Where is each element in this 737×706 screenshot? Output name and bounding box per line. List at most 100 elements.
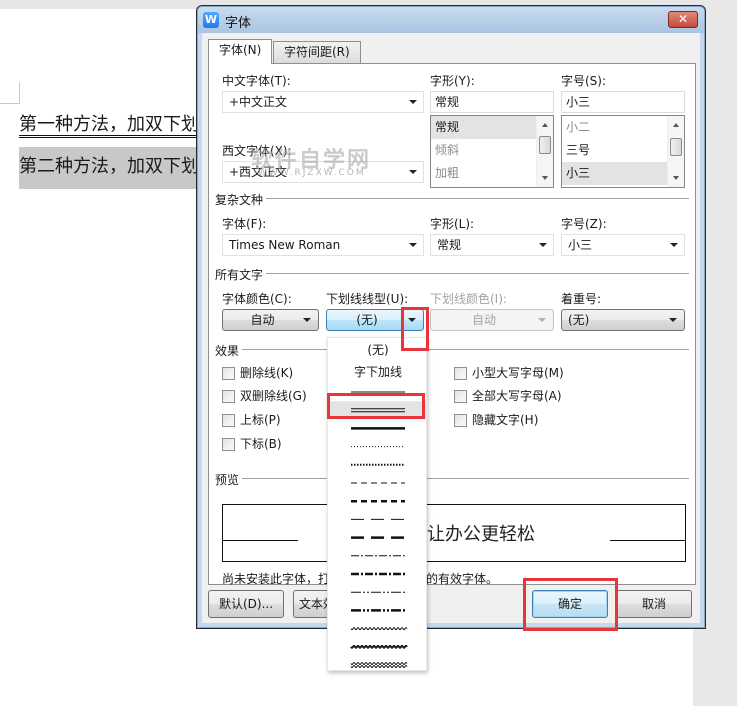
font-style-option[interactable]: 倾斜 (431, 139, 553, 162)
font-size-option[interactable]: 小二 (562, 116, 684, 139)
checkbox-label: 下标(B) (240, 437, 282, 451)
scroll-down-icon[interactable] (542, 176, 548, 180)
font-size-option[interactable]: 三号 (562, 139, 684, 162)
all-text-section-title: 所有文字 (215, 266, 267, 283)
scroll-up-icon[interactable] (542, 123, 548, 127)
section-divider (215, 478, 689, 479)
tab-font[interactable]: 字体(N) (208, 39, 273, 64)
complex-size-label: 字号(Z): (561, 217, 607, 231)
checkbox-box[interactable] (222, 414, 235, 427)
section-divider (215, 273, 689, 274)
font-style-input[interactable]: 常规 (430, 91, 554, 113)
all-caps-checkbox[interactable]: 全部大写字母(A) (454, 389, 562, 405)
emphasis-mark-value: (无) (568, 313, 590, 327)
complex-size-combo[interactable]: 小三 (561, 234, 685, 256)
scroll-down-icon[interactable] (673, 176, 679, 180)
checkbox-label: 上标(P) (240, 413, 281, 427)
wps-app-icon: W (203, 12, 219, 28)
cancel-button[interactable]: 取消 (616, 590, 692, 618)
margin-mark (19, 82, 20, 104)
chevron-down-icon (409, 243, 417, 247)
complex-script-section-title: 复杂文种 (215, 191, 267, 208)
small-caps-checkbox[interactable]: 小型大写字母(M) (454, 366, 564, 382)
underline-option-selected-bg (328, 401, 428, 420)
underline-sample-wave (350, 627, 408, 631)
dialog-title: 字体 (225, 16, 252, 31)
section-divider (215, 198, 689, 199)
scroll-thumb[interactable] (670, 138, 682, 156)
underline-color-label: 下划线颜色(I): (430, 292, 507, 306)
font-size-label: 字号(S): (561, 74, 607, 88)
preview-section-title: 预览 (215, 471, 243, 488)
document-line-1-text: 第一种方法，加双下划线 (19, 114, 197, 138)
preview-baseline-right (610, 540, 685, 541)
font-style-scrollbar[interactable] (536, 116, 553, 187)
font-dialog: W 字体 ✕ 字体(N) 字符间距(R) 中文字体(T): +中文正文 字形(Y… (196, 5, 706, 629)
close-icon: ✕ (677, 12, 689, 26)
tab-character-spacing[interactable]: 字符间距(R) (273, 41, 361, 63)
font-size-list[interactable]: 小二 三号 小三 (561, 115, 685, 188)
scroll-up-icon[interactable] (673, 123, 679, 127)
checkbox-box[interactable] (454, 367, 467, 380)
complex-style-value: 常规 (437, 238, 462, 252)
font-color-combo[interactable]: 自动 (222, 309, 319, 331)
underline-type-label: 下划线线型(U): (326, 292, 409, 306)
font-style-list[interactable]: 常规 倾斜 加粗 (430, 115, 554, 188)
chinese-font-combo[interactable]: +中文正文 (222, 91, 424, 113)
checkbox-box[interactable] (454, 414, 467, 427)
font-size-scrollbar[interactable] (667, 116, 684, 187)
emphasis-mark-label: 着重号: (561, 292, 602, 306)
effects-section-title: 效果 (215, 342, 243, 359)
superscript-checkbox[interactable]: 上标(P) (222, 413, 281, 429)
underline-option-wave-double[interactable] (350, 662, 408, 668)
underline-option-wave[interactable] (350, 627, 408, 631)
font-size-input[interactable]: 小三 (561, 91, 685, 113)
font-color-value: 自动 (250, 313, 275, 327)
underline-type-combo[interactable]: (无) (326, 309, 424, 331)
checkbox-label: 双删除线(G) (240, 389, 307, 403)
document-line-2-selected[interactable]: 第二种方法，加双下划线 (19, 147, 197, 189)
complex-style-combo[interactable]: 常规 (430, 234, 554, 256)
emphasis-mark-combo[interactable]: (无) (561, 309, 685, 331)
double-strikethrough-checkbox[interactable]: 双删除线(G) (222, 389, 307, 405)
document-line-1[interactable]: 第一种方法，加双下划线 (19, 111, 197, 139)
complex-font-value: Times New Roman (229, 238, 341, 252)
preview-sample-text: 让办公更轻松 (427, 524, 535, 545)
chevron-down-icon (409, 100, 417, 104)
font-style-option[interactable]: 加粗 (431, 162, 553, 185)
chevron-down-icon (669, 318, 677, 322)
checkbox-label: 隐藏文字(H) (472, 413, 539, 427)
underline-sample-wave (350, 662, 408, 665)
checkbox-box[interactable] (222, 390, 235, 403)
preview-box: 让办公更轻松 (222, 504, 686, 562)
chevron-down-icon[interactable] (408, 318, 416, 322)
complex-size-value: 小三 (568, 238, 593, 252)
subscript-checkbox[interactable]: 下标(B) (222, 437, 282, 453)
checkbox-box[interactable] (222, 438, 235, 451)
scroll-thumb[interactable] (539, 136, 551, 154)
strikethrough-checkbox[interactable]: 删除线(K) (222, 366, 293, 382)
complex-font-combo[interactable]: Times New Roman (222, 234, 424, 256)
chevron-down-icon (538, 318, 546, 322)
underline-sample-wave (350, 644, 408, 649)
font-style-option[interactable]: 常规 (431, 116, 553, 139)
default-button[interactable]: 默认(D)... (208, 590, 284, 618)
watermark-url: WWW.RJZXW.COM (258, 168, 366, 178)
dialog-titlebar[interactable]: W 字体 ✕ (198, 7, 704, 33)
checkbox-label: 小型大写字母(M) (472, 366, 564, 380)
chinese-font-value: +中文正文 (229, 95, 288, 109)
checkbox-box[interactable] (454, 390, 467, 403)
checkbox-label: 删除线(K) (240, 366, 294, 380)
underline-type-value: (无) (356, 313, 378, 327)
checkbox-box[interactable] (222, 367, 235, 380)
document-line-2-text: 第二种方法，加双下划线 (19, 156, 197, 177)
underline-option-wave-heavy[interactable] (350, 644, 408, 649)
font-size-option[interactable]: 小三 (562, 162, 684, 185)
close-button[interactable]: ✕ (668, 11, 698, 28)
margin-mark (0, 103, 20, 104)
font-color-label: 字体颜色(C): (222, 292, 292, 306)
ok-button[interactable]: 确定 (532, 590, 608, 618)
underline-style-options (328, 391, 428, 668)
hidden-text-checkbox[interactable]: 隐藏文字(H) (454, 413, 538, 429)
chevron-down-icon (539, 243, 547, 247)
